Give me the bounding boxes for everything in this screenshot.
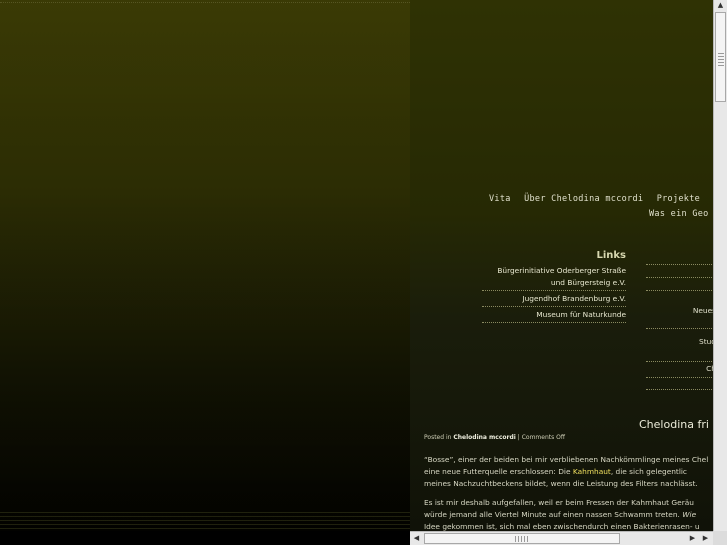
grip-icon	[718, 53, 724, 67]
post-title[interactable]: Chelodina fri	[639, 418, 709, 431]
post-text-italic: Wie	[682, 510, 697, 519]
grip-icon	[515, 536, 529, 542]
sidebar-item-neues[interactable]: Neues	[693, 306, 713, 315]
bottom-left-area	[0, 531, 410, 545]
post-text: Es ist mir deshalb aufgefallen, weil er …	[424, 498, 694, 507]
main-navigation: Vita Über Chelodina mccordi Projekte Im …	[489, 194, 713, 224]
post-text: eine neue Futterquelle erschlossen: Die	[424, 467, 571, 476]
scroll-right-end-icon[interactable]: ▶	[699, 532, 712, 545]
scroll-right-icon[interactable]: ▶	[686, 532, 699, 545]
post-text: meines Nachzuchtbeckens bildet, wenn die…	[424, 479, 698, 488]
nav-item-was-ein-geo[interactable]: Was ein Geo	[649, 209, 709, 219]
post-meta: Posted in Chelodina mccordi | Comments O…	[424, 434, 565, 441]
horizontal-scrollbar[interactable]: ◀ ▶ ▶	[410, 531, 713, 545]
page-background: Vita Über Chelodina mccordi Projekte Im …	[0, 0, 713, 531]
top-dotted-line	[0, 2, 410, 4]
divider	[646, 328, 713, 329]
post-text: würde jemand alle Viertel Minute auf ein…	[424, 510, 680, 519]
kahmhaut-link[interactable]: Kahmhaut	[573, 467, 611, 476]
post-body: “Bosse”, einer der beiden bei mir verbli…	[424, 454, 713, 531]
link-jugendhof[interactable]: Jugendhof Brandenburg e.V.	[482, 293, 626, 307]
link-museum-naturkunde[interactable]: Museum für Naturkunde	[482, 309, 626, 323]
divider	[646, 277, 713, 278]
vertical-scroll-thumb[interactable]	[715, 12, 726, 102]
nav-item-vita[interactable]: Vita	[489, 194, 511, 204]
links-list: Bürgerinitiative Oderberger Straße und B…	[482, 265, 626, 325]
nav-item-projekte[interactable]: Projekte	[657, 194, 700, 204]
vertical-scrollbar[interactable]: ▲	[713, 0, 727, 531]
post-text: “Bosse”, einer der beiden bei mir verbli…	[424, 455, 709, 464]
divider	[646, 389, 713, 390]
divider	[646, 290, 713, 291]
post-text: Idee gekommen ist, sich mal eben zwische…	[424, 522, 700, 531]
horizontal-scroll-thumb[interactable]	[424, 533, 620, 544]
post-paragraph: “Bosse”, einer der beiden bei mir verbli…	[424, 454, 713, 490]
meta-category-link[interactable]: Chelodina mccordi	[453, 434, 515, 441]
scroll-left-icon[interactable]: ◀	[410, 532, 423, 545]
nav-item-ueber-chelodina[interactable]: Über Chelodina mccordi	[524, 194, 643, 204]
scrollbar-corner	[713, 531, 727, 545]
divider	[646, 361, 713, 362]
scroll-up-icon[interactable]: ▲	[714, 0, 727, 11]
link-buergerinitiative[interactable]: Bürgerinitiative Oderberger Straße und B…	[482, 265, 626, 291]
bottom-dotted-pattern	[0, 512, 410, 531]
sidebar-item-ch[interactable]: Ch	[706, 364, 713, 373]
divider	[646, 264, 713, 265]
meta-prefix: Posted in	[424, 434, 452, 441]
meta-separator: |	[517, 434, 520, 441]
divider	[646, 377, 713, 378]
post-text: , die sich gelegentlic	[610, 467, 687, 476]
post-paragraph: Es ist mir deshalb aufgefallen, weil er …	[424, 497, 713, 531]
sidebar-item-stud[interactable]: Stud	[699, 337, 713, 346]
meta-comments: Comments Off	[521, 434, 566, 441]
links-heading: Links	[596, 250, 626, 261]
